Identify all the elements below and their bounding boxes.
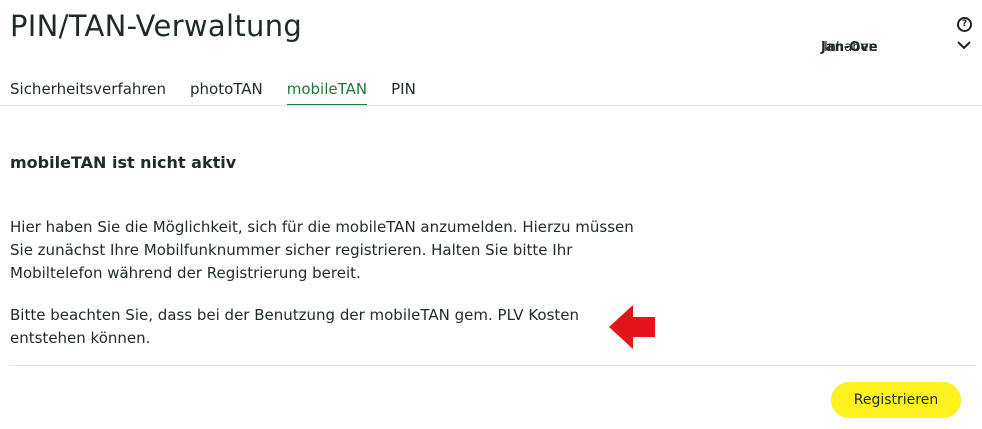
info-line-3: Mobiltelefon während der Registrierung b… bbox=[10, 264, 361, 282]
chevron-down-icon[interactable] bbox=[956, 38, 972, 52]
cost-notice-paragraph: Bitte beachten Sie, dass bei der Benutzu… bbox=[10, 304, 670, 350]
info-paragraph: Hier haben Sie die Möglichkeit, sich für… bbox=[10, 216, 670, 285]
info-line-1: Hier haben Sie die Möglichkeit, sich für… bbox=[10, 218, 634, 236]
tab-mobiletan[interactable]: mobileTAN bbox=[286, 80, 368, 106]
help-icon[interactable]: ? bbox=[957, 17, 972, 32]
tab-pin[interactable]: PIN bbox=[391, 80, 416, 106]
cost-line-1: Bitte beachten Sie, dass bei der Benutzu… bbox=[10, 306, 580, 324]
cost-line-2: entstehen können. bbox=[10, 329, 151, 347]
tab-divider bbox=[0, 105, 982, 106]
info-line-2: Sie zunächst Ihre Mobilfunknummer sicher… bbox=[10, 241, 573, 259]
owner-name: Jan-Ove bbox=[821, 40, 878, 55]
status-heading: mobileTAN ist nicht aktiv bbox=[10, 153, 237, 172]
tab-bar: Sicherheitsverfahren photoTAN mobileTAN … bbox=[10, 80, 440, 106]
content-divider bbox=[10, 365, 976, 366]
arrow-left-icon bbox=[609, 305, 655, 349]
page-title: PIN/TAN-Verwaltung bbox=[10, 9, 303, 43]
tab-sicherheitsverfahren[interactable]: Sicherheitsverfahren bbox=[10, 80, 166, 106]
tab-phototan[interactable]: photoTAN bbox=[190, 80, 263, 106]
register-button[interactable]: Registrieren bbox=[831, 382, 961, 418]
